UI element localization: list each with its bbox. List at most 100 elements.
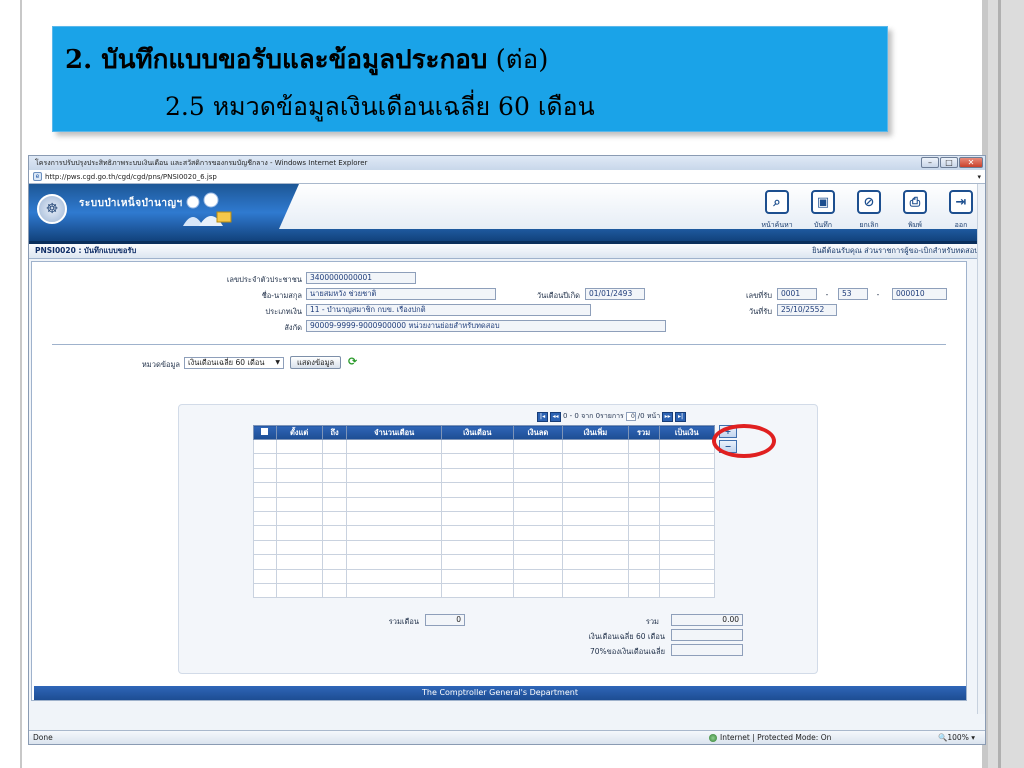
col-amount: เป็นเงิน	[658, 425, 715, 440]
name-field[interactable]: นายสมหวัง ช่วยชาติ	[306, 288, 496, 300]
refresh-icon[interactable]: ⟳	[348, 355, 357, 368]
grid-body	[253, 438, 715, 599]
select-all-checkbox[interactable]	[253, 425, 277, 440]
org-label: สังกัด	[284, 323, 302, 332]
zoom-level[interactable]: 🔍100% ▾	[938, 731, 975, 744]
table-cell	[253, 482, 277, 498]
receive-no-2-field[interactable]: 53	[838, 288, 868, 300]
receive-no-1-field[interactable]: 0001	[777, 288, 817, 300]
receive-no-3-field[interactable]: 000010	[892, 288, 947, 300]
search-page-button[interactable]: ⌕ หน้าค้นหา	[759, 190, 795, 231]
logo-icon: ☸	[37, 194, 67, 224]
table-cell	[253, 582, 277, 599]
last-page-button[interactable]: ▸|	[675, 411, 687, 422]
table-cell	[253, 467, 277, 484]
dash-2: -	[876, 290, 880, 299]
table-cell	[562, 482, 629, 498]
table-row[interactable]	[253, 510, 715, 527]
page-icon: e	[33, 172, 42, 181]
type-field[interactable]: 11 - บำนาญสมาชิก กบข. เรืองปกติ	[306, 304, 591, 316]
table-cell	[321, 554, 348, 570]
exit-icon: ⇥	[949, 190, 973, 214]
table-cell	[562, 438, 629, 455]
receive-date-field[interactable]: 25/10/2552	[777, 304, 837, 316]
table-cell	[346, 582, 442, 599]
category-select[interactable]: เงินเดือนเฉลี่ย 60 เดือน ▼	[184, 357, 284, 369]
browser-window: โครงการปรับปรุงประสิทธิภาพระบบเงินเดือน …	[28, 155, 986, 745]
slide-right-border	[982, 0, 1024, 768]
table-cell	[627, 554, 660, 570]
avg-field[interactable]	[671, 629, 743, 641]
table-cell	[562, 496, 629, 512]
table-cell	[275, 438, 323, 455]
table-cell	[658, 525, 715, 541]
table-cell	[321, 582, 348, 599]
table-cell	[321, 525, 348, 541]
table-cell	[512, 568, 564, 584]
cancel-icon: ⊘	[857, 190, 881, 214]
slide-title-box: 2. บันทึกแบบขอรับและข้อมูลประกอบ (ต่อ) 2…	[52, 26, 888, 132]
org-field[interactable]: 90009-9999-9000900000 หน่วยงานย่อยสำหรับ…	[306, 320, 666, 332]
vertical-scrollbar[interactable]	[977, 184, 985, 714]
maximize-button[interactable]: □	[940, 157, 958, 168]
save-button[interactable]: ▣ บันทึก	[805, 190, 841, 231]
table-row[interactable]	[253, 482, 715, 498]
table-cell	[627, 496, 660, 512]
cancel-button[interactable]: ⊘ ยกเลิก	[851, 190, 887, 231]
table-cell	[512, 482, 564, 498]
exit-button[interactable]: ⇥ ออก	[943, 190, 979, 231]
birth-field[interactable]: 01/01/2493	[585, 288, 645, 300]
table-row[interactable]	[253, 496, 715, 512]
table-row[interactable]	[253, 467, 715, 484]
total-months-field[interactable]: 0	[425, 614, 465, 626]
table-cell	[275, 582, 323, 599]
table-cell	[440, 510, 514, 527]
pct-field[interactable]	[671, 644, 743, 656]
table-row[interactable]	[253, 582, 715, 599]
receive-date-label: วันที่รับ	[748, 307, 772, 316]
table-cell	[440, 568, 514, 584]
show-data-button[interactable]: แสดงข้อมูล	[290, 356, 342, 369]
birth-label: วันเดือนปีเกิด	[536, 291, 580, 300]
table-cell	[346, 438, 442, 455]
table-cell	[658, 467, 715, 484]
welcome-text: ยินดีต้อนรับคุณ ส่วนราชการผู้ขอ-เบิกสำหร…	[812, 246, 979, 255]
table-cell	[321, 438, 348, 455]
print-button[interactable]: ⎙ พิมพ์	[897, 190, 933, 231]
dash-1: -	[825, 290, 829, 299]
table-cell	[658, 510, 715, 527]
address-url[interactable]: http://pws.cgd.go.th/cgd/cgd/pns/PNSI002…	[45, 170, 217, 184]
chevron-down-icon[interactable]: ▾	[977, 170, 981, 184]
address-bar[interactable]: e http://pws.cgd.go.th/cgd/cgd/pns/PNSI0…	[29, 170, 985, 184]
table-cell	[346, 496, 442, 512]
table-cell	[346, 554, 442, 570]
type-label: ประเภทเงิน	[265, 307, 302, 316]
printer-icon: ⎙	[903, 190, 927, 214]
table-cell	[275, 496, 323, 512]
close-button[interactable]: ✕	[959, 157, 983, 168]
slide-left-border	[20, 0, 22, 768]
toolbar: ⌕ หน้าค้นหา ▣ บันทึก ⊘ ยกเลิก ⎙ พิมพ์ ⇥ ออก	[759, 190, 979, 231]
next-page-button[interactable]: ▸▸	[662, 411, 674, 422]
table-row[interactable]	[253, 554, 715, 570]
prev-page-button[interactable]: ◂◂	[550, 411, 561, 422]
salary-grid: ตั้งแต่ ถึง จำนวนเดือน เงินเดือน เงินลด …	[253, 425, 715, 599]
sum-field[interactable]: 0.00	[671, 614, 743, 626]
page-input[interactable]: 0	[625, 412, 636, 421]
globe-icon	[709, 733, 717, 742]
minimize-button[interactable]: –	[921, 157, 939, 168]
highlight-circle	[712, 424, 776, 458]
table-row[interactable]	[253, 539, 715, 556]
table-cell	[440, 582, 514, 599]
table-cell	[627, 510, 660, 527]
table-cell	[275, 467, 323, 484]
table-row[interactable]	[253, 568, 715, 584]
table-row[interactable]	[253, 438, 715, 455]
table-row[interactable]	[253, 525, 715, 541]
table-cell	[658, 568, 715, 584]
first-page-button[interactable]: |◂	[537, 411, 548, 422]
citizen-id-field[interactable]: 3400000000001	[306, 272, 416, 284]
table-row[interactable]	[253, 453, 715, 469]
table-cell	[627, 539, 660, 556]
table-cell	[627, 438, 660, 455]
